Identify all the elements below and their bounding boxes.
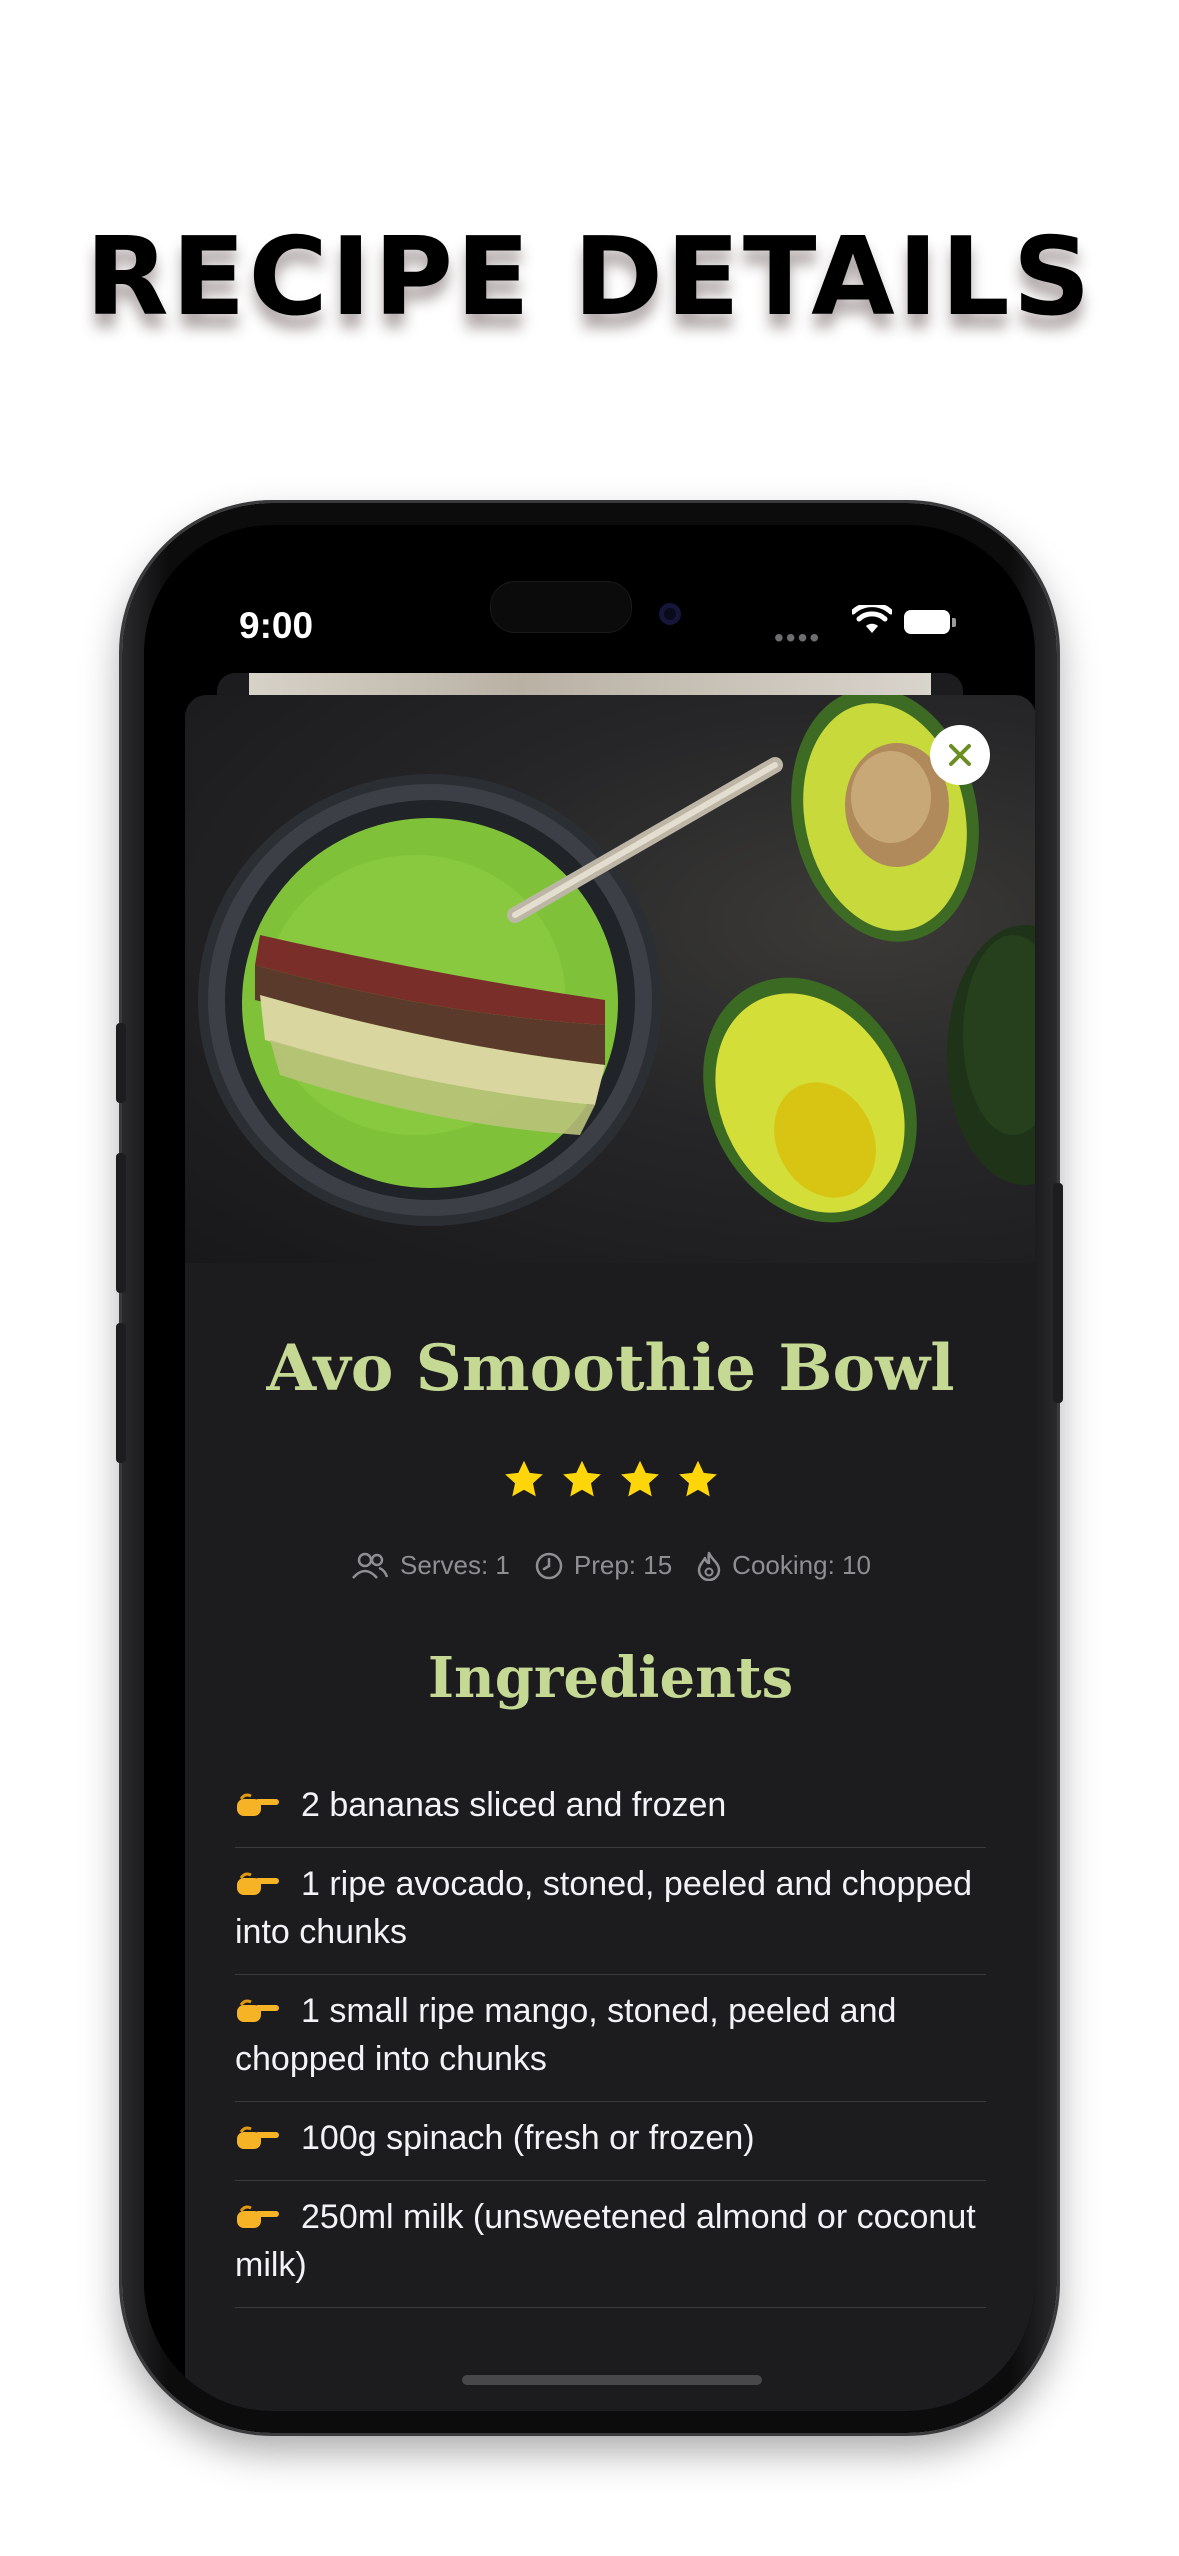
ingredient-item: 2 bananas sliced and frozen [235,1769,986,1848]
volume-up-button [116,1153,126,1293]
rating-stars [185,1458,1035,1502]
close-button[interactable] [930,725,990,785]
recipe-title: Avo Smoothie Bowl [266,1331,955,1406]
pointing-hand-icon [237,1872,279,1895]
cooking-info: Cooking: 10 [696,1550,871,1581]
pointing-hand-icon [237,1793,279,1816]
background-card-image [249,673,931,695]
volume-down-button [116,1323,126,1463]
status-bar: 9:00 •••• [144,525,1035,655]
recipe-detail-sheet[interactable]: Avo Smoothie Bowl Serves: 1 Prep: 15 Coo… [185,695,1035,2411]
close-icon [949,744,971,766]
ingredient-text: 1 small ripe mango, stoned, peeled and c… [235,1992,897,2078]
pointing-hand-icon [237,2126,279,2149]
ingredient-text: 250ml milk (unsweetened almond or coconu… [235,2198,976,2284]
phone-screen: 9:00 •••• Avo Smoothie Bowl Serves: 1 Pr… [144,525,1035,2411]
star-icon [678,1460,717,1497]
ingredient-item: 250ml milk (unsweetened almond or coconu… [235,2181,986,2308]
smoothie-bowl-illustration [198,695,1035,1226]
prep-text: Prep: 15 [573,1550,673,1580]
star-icon [620,1460,659,1497]
ingredient-text: 2 bananas sliced and frozen [301,1786,727,1824]
ingredients-title: Ingredients [427,1645,794,1711]
status-time: 9:00 [239,605,314,646]
recipe-hero-image [185,695,1035,1263]
power-button [1053,1183,1063,1403]
serves-text: Serves: 1 [400,1550,510,1580]
people-icon [352,1552,389,1579]
ingredient-item: 1 small ripe mango, stoned, peeled and c… [235,1975,986,2102]
pointing-hand-icon [237,2205,279,2228]
pointing-hand-icon [237,1999,279,2022]
recipe-content: Avo Smoothie Bowl Serves: 1 Prep: 15 Coo… [185,1263,1035,2308]
star-icon [562,1460,601,1497]
ingredient-text: 1 ripe avocado, stoned, peeled and chopp… [235,1865,973,1951]
clock-icon [535,1552,563,1579]
wifi-icon [852,605,892,633]
cellular-signal-icon: •••• [774,622,822,653]
page-headline: RECIPE DETAILS [85,215,1094,340]
flame-icon [697,1551,721,1581]
home-indicator[interactable] [462,2375,762,2385]
ingredients-list: 2 bananas sliced and frozen 1 ripe avoca… [235,1769,986,2308]
recipe-meta: Serves: 1 Prep: 15 Cooking: 10 [185,1550,1035,1581]
cooking-text: Cooking: 10 [732,1550,871,1580]
star-icon [504,1460,543,1497]
serves-info: Serves: 1 [350,1550,510,1581]
dynamic-island [490,581,632,633]
battery-icon [904,610,956,634]
prep-info: Prep: 15 [534,1550,672,1581]
phone-frame: 9:00 •••• Avo Smoothie Bowl Serves: 1 Pr… [116,503,1063,2433]
camera-icon [659,603,681,625]
silent-switch [116,1023,126,1103]
ingredient-item: 1 ripe avocado, stoned, peeled and chopp… [235,1848,986,1975]
ingredient-item: 100g spinach (fresh or frozen) [235,2102,986,2181]
ingredient-text: 100g spinach (fresh or frozen) [301,2119,755,2157]
